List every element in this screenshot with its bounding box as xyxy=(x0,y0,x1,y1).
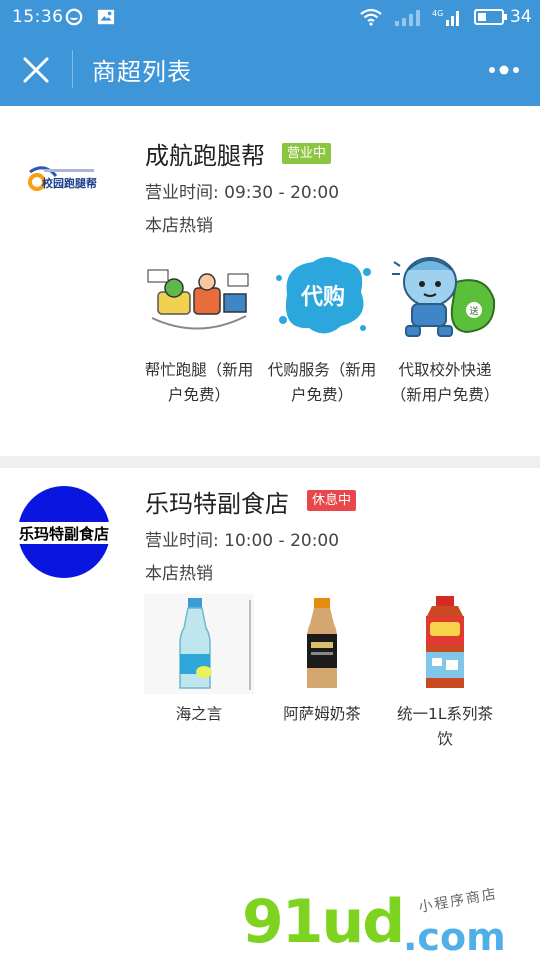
product-image-tea-drink xyxy=(390,594,500,694)
store-logo: 校园跑腿帮 xyxy=(28,166,97,191)
signal-weak-icon xyxy=(395,10,420,26)
hot-sales-label: 本店热销 xyxy=(145,564,213,584)
close-button[interactable] xyxy=(14,48,58,92)
battery-percentage: 34 xyxy=(510,7,532,27)
title-divider xyxy=(72,50,73,88)
watermark-tagline: 小程序商店 xyxy=(417,886,499,916)
watermark-suffix: .com xyxy=(403,915,506,959)
store-card[interactable]: 乐玛特副食店 乐玛特副食店 休息中 营业时间: 10:00 - 20:00 本店… xyxy=(0,468,540,768)
svg-text:4G: 4G xyxy=(432,9,443,18)
svg-text:校园跑腿帮: 校园跑腿帮 xyxy=(42,176,97,190)
product-image-errand xyxy=(144,248,254,344)
product-name: 代购服务（新用户免费） xyxy=(267,361,377,404)
product-name: 阿萨姆奶茶 xyxy=(283,705,361,723)
product-image-delivery: 送 xyxy=(390,248,500,344)
page-title: 商超列表 xyxy=(92,58,192,86)
app-notification-icon xyxy=(65,8,83,26)
image-notification-icon xyxy=(97,9,115,25)
signal-4g-icon: 4G xyxy=(432,9,459,26)
svg-text:送: 送 xyxy=(469,305,478,317)
business-hours: 营业时间: 09:30 - 20:00 xyxy=(145,183,340,203)
battery-icon xyxy=(474,9,507,25)
svg-text:乐玛特副食店: 乐玛特副食店 xyxy=(19,525,109,543)
status-bar: 15:36 4G 34 xyxy=(0,0,540,34)
section-separator xyxy=(0,456,540,468)
product-item[interactable]: 帮忙跑腿（新用户免费） xyxy=(144,248,254,408)
product-item[interactable]: 海之言 xyxy=(144,594,254,727)
status-badge: 营业中 xyxy=(282,143,332,164)
status-time: 15:36 xyxy=(12,7,64,27)
status-badge: 休息中 xyxy=(307,490,357,511)
store-name: 乐玛特副食店 xyxy=(145,490,289,518)
title-bar: 商超列表 xyxy=(0,34,540,106)
business-hours: 营业时间: 10:00 - 20:00 xyxy=(145,531,340,551)
product-name: 代取校外快递（新用户免费） xyxy=(390,361,500,404)
hot-sales-label: 本店热销 xyxy=(145,216,213,236)
product-item[interactable]: 代购 代购服务（新用户免费） xyxy=(267,248,377,408)
more-dots-icon xyxy=(489,65,519,75)
product-name: 统一1L系列茶饮 xyxy=(397,705,493,748)
wifi-icon xyxy=(360,8,382,26)
product-name: 帮忙跑腿（新用户免费） xyxy=(144,361,254,404)
watermark-main: 91ud xyxy=(242,887,405,957)
product-item[interactable]: 阿萨姆奶茶 xyxy=(267,594,377,727)
watermark: 91ud .com 小程序商店 xyxy=(238,885,538,959)
product-name: 海之言 xyxy=(175,705,223,723)
image-divider xyxy=(249,600,251,690)
store-name: 成航跑腿帮 xyxy=(145,142,265,170)
product-image-milk-tea xyxy=(267,594,377,694)
product-image-water-bottle xyxy=(144,594,254,694)
close-icon xyxy=(23,57,49,83)
store-card[interactable]: 校园跑腿帮 成航跑腿帮 营业中 营业时间: 09:30 - 20:00 本店热销… xyxy=(0,106,540,456)
svg-text:代购: 代购 xyxy=(300,284,345,310)
store-logo: 乐玛特副食店 xyxy=(18,486,110,578)
product-image-purchase: 代购 xyxy=(267,248,377,344)
product-item[interactable]: 统一1L系列茶饮 xyxy=(390,594,500,752)
more-button[interactable] xyxy=(484,52,524,88)
product-item[interactable]: 送 代取校外快递（新用户免费） xyxy=(390,248,500,408)
